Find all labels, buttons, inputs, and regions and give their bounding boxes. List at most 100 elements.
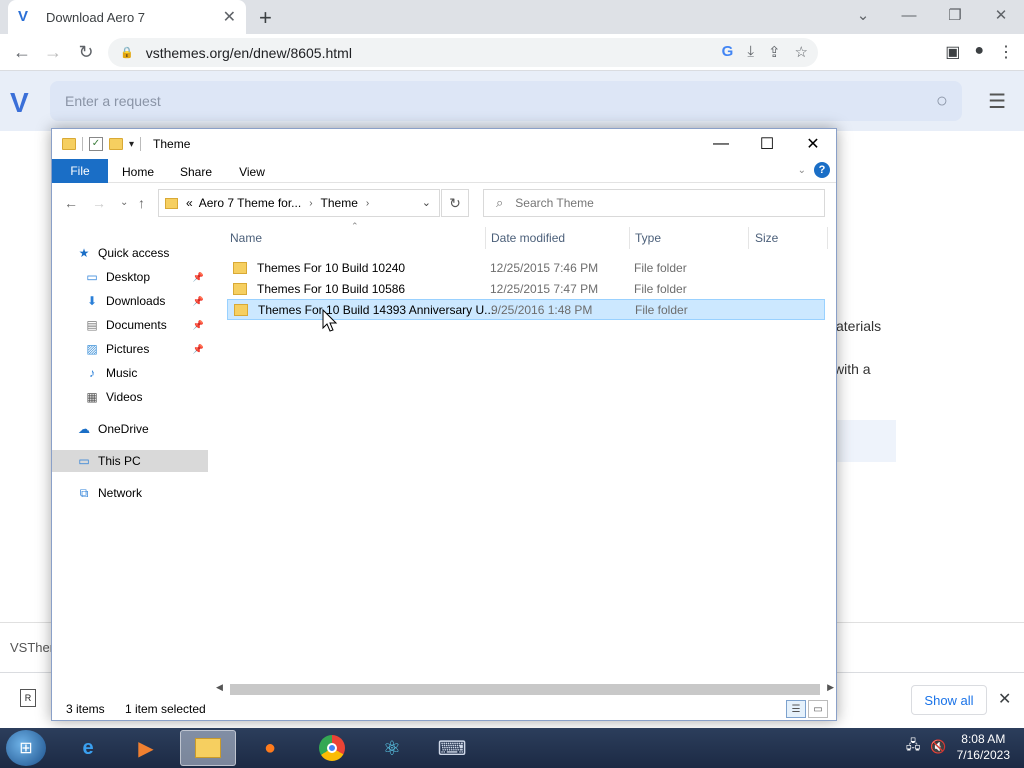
scroll-left-icon[interactable]: ◀: [216, 682, 223, 693]
on-screen-keyboard-icon[interactable]: ⌨: [424, 730, 480, 766]
file-explorer-taskbar-icon[interactable]: [180, 730, 236, 766]
menu-dots-icon[interactable]: ⋮: [998, 42, 1014, 62]
restore-button[interactable]: ❐: [932, 0, 978, 30]
column-separator[interactable]: [629, 227, 630, 249]
download-arrow-icon: ⬇: [86, 294, 98, 308]
customize-dropdown-icon[interactable]: ▾: [129, 139, 134, 150]
new-tab-button[interactable]: +: [259, 5, 272, 31]
column-size[interactable]: Size: [755, 231, 778, 245]
hamburger-menu-icon[interactable]: ☰: [988, 89, 1006, 114]
document-icon: ▤: [86, 318, 98, 332]
browser-tab[interactable]: V Download Aero 7 ✕: [8, 0, 246, 34]
explorer-address-bar[interactable]: « Aero 7 Theme for... › Theme › ⌄: [158, 189, 440, 217]
refresh-button[interactable]: ↻: [441, 189, 469, 217]
download-file-icon[interactable]: R: [20, 689, 36, 707]
column-date-modified[interactable]: Date modified: [491, 231, 565, 245]
tab-search-icon[interactable]: ⌄: [840, 0, 886, 30]
network-tray-icon[interactable]: 🖧: [906, 736, 921, 758]
search-icon[interactable]: ○: [936, 90, 948, 113]
explorer-search-box[interactable]: ⌕: [483, 189, 825, 217]
breadcrumb-overflow[interactable]: «: [186, 196, 193, 210]
column-separator[interactable]: [748, 227, 749, 249]
internet-explorer-icon[interactable]: e: [60, 730, 116, 766]
properties-icon[interactable]: ✓: [89, 137, 103, 151]
tab-home[interactable]: Home: [116, 161, 160, 183]
forward-arrow-icon[interactable]: →: [92, 195, 106, 211]
file-row-selected[interactable]: Themes For 10 Build 14393 Anniversary U.…: [227, 299, 825, 320]
nav-onedrive[interactable]: ☁ OneDrive: [76, 418, 232, 440]
explorer-window-controls: — ☐ ✕: [698, 129, 836, 159]
explorer-maximize-button[interactable]: ☐: [744, 129, 790, 159]
column-type[interactable]: Type: [635, 231, 661, 245]
google-icon[interactable]: G: [722, 43, 734, 61]
nav-downloads[interactable]: ⬇ Downloads 📌: [84, 290, 208, 312]
share-icon[interactable]: ⇪: [768, 43, 781, 61]
column-separator[interactable]: [485, 227, 486, 249]
expand-ribbon-icon[interactable]: ⌄: [798, 165, 806, 176]
search-input[interactable]: [515, 196, 796, 210]
back-button[interactable]: ←: [10, 40, 34, 64]
chrome-icon[interactable]: [304, 730, 360, 766]
folder-icon: [233, 282, 247, 295]
pin-icon[interactable]: 📌: [193, 320, 204, 331]
pin-icon[interactable]: 📌: [193, 272, 204, 283]
bookmark-star-icon[interactable]: ☆: [795, 43, 808, 61]
scrollbar-thumb[interactable]: [230, 684, 820, 695]
help-icon[interactable]: ?: [814, 162, 830, 178]
clock[interactable]: 8:08 AM 7/16/2023: [957, 731, 1010, 763]
address-bar[interactable]: 🔒 vsthemes.org/en/dnew/8605.html G ⤓ ⇪ ☆: [108, 38, 818, 67]
pin-icon[interactable]: 📌: [193, 296, 204, 307]
back-arrow-icon[interactable]: ←: [64, 195, 78, 211]
details-view-icon[interactable]: ☰: [786, 700, 806, 718]
recent-locations-icon[interactable]: ⌄: [120, 197, 128, 208]
forward-button[interactable]: →: [41, 40, 65, 64]
nav-videos[interactable]: ▦ Videos: [84, 386, 208, 408]
reload-button[interactable]: ↻: [74, 40, 98, 64]
profile-avatar-icon[interactable]: ●: [974, 42, 984, 62]
show-all-button[interactable]: Show all: [911, 685, 987, 715]
tab-share[interactable]: Share: [174, 161, 218, 183]
address-dropdown-icon[interactable]: ⌄: [422, 196, 431, 209]
breadcrumb-parent[interactable]: Aero 7 Theme for...: [199, 196, 302, 210]
nav-pictures[interactable]: ▨ Pictures 📌: [84, 338, 208, 360]
side-panel-icon[interactable]: ▣: [945, 42, 960, 62]
media-player-icon[interactable]: ▶: [118, 730, 174, 766]
minimize-button[interactable]: —: [886, 0, 932, 30]
start-button[interactable]: ⊞: [6, 730, 46, 766]
file-row[interactable]: Themes For 10 Build 10240 12/25/2015 7:4…: [227, 257, 825, 278]
site-logo-icon[interactable]: V: [10, 87, 29, 119]
nav-network[interactable]: ⧉ Network: [76, 482, 232, 504]
tab-view[interactable]: View: [232, 161, 272, 183]
nav-documents[interactable]: ▤ Documents 📌: [84, 314, 208, 336]
chevron-right-icon[interactable]: ›: [309, 198, 312, 209]
explorer-minimize-button[interactable]: —: [698, 129, 744, 159]
tab-file[interactable]: File: [52, 159, 108, 183]
volume-muted-icon[interactable]: 🔇: [930, 739, 946, 755]
nav-music[interactable]: ♪ Music: [84, 362, 208, 384]
tab-close-icon[interactable]: ✕: [223, 7, 236, 27]
new-folder-icon[interactable]: [109, 138, 123, 150]
scroll-right-icon[interactable]: ▶: [827, 682, 834, 693]
column-name[interactable]: Name: [230, 231, 262, 245]
star-icon: ★: [78, 246, 90, 260]
horizontal-scrollbar[interactable]: ◀ ▶: [214, 682, 836, 696]
chevron-right-icon[interactable]: ›: [366, 198, 369, 209]
close-button[interactable]: ✕: [978, 0, 1024, 30]
mouse-cursor-icon: [322, 309, 338, 332]
breadcrumb-current[interactable]: Theme: [321, 196, 358, 210]
nav-desktop[interactable]: ▭ Desktop 📌: [84, 266, 208, 288]
file-type: File folder: [634, 260, 687, 275]
explorer-close-button[interactable]: ✕: [790, 129, 836, 159]
firefox-icon[interactable]: ●: [242, 730, 298, 766]
pin-icon[interactable]: 📌: [193, 344, 204, 355]
file-row[interactable]: Themes For 10 Build 10586 12/25/2015 7:4…: [227, 278, 825, 299]
column-separator[interactable]: [827, 227, 828, 249]
site-search-input[interactable]: Enter a request ○: [50, 81, 962, 121]
nav-quick-access[interactable]: ★ Quick access: [76, 242, 232, 264]
react-devtools-icon[interactable]: ⚛: [364, 730, 420, 766]
up-arrow-icon[interactable]: ↑: [138, 195, 145, 211]
nav-this-pc[interactable]: ▭ This PC: [52, 450, 208, 472]
download-bar-close-icon[interactable]: ✕: [998, 689, 1011, 709]
large-icons-view-icon[interactable]: ▭: [808, 700, 828, 718]
install-icon[interactable]: ⤓: [747, 43, 754, 61]
